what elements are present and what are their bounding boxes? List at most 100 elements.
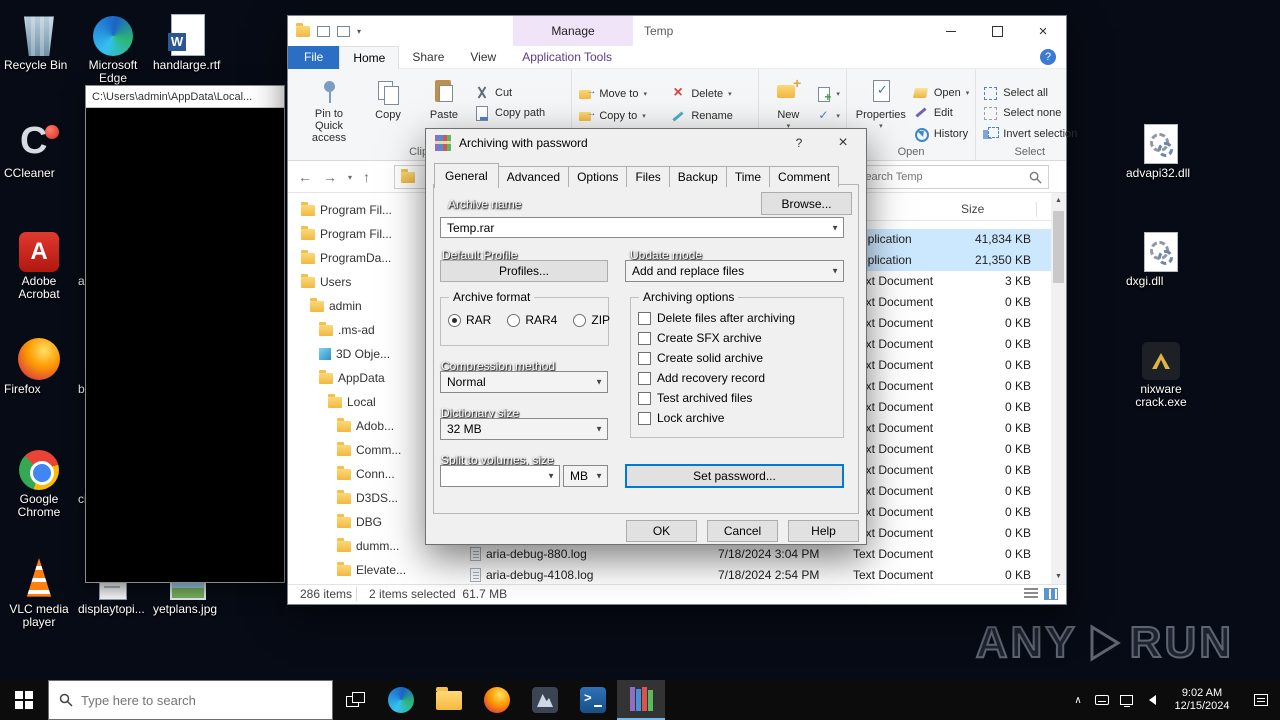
- tray-network-icon[interactable]: [1114, 680, 1138, 720]
- up-icon[interactable]: ↑: [363, 169, 370, 185]
- tab-file[interactable]: File: [288, 46, 340, 69]
- edit-button[interactable]: Edit: [913, 103, 969, 123]
- combo-arrow-icon[interactable]: ▼: [547, 472, 555, 481]
- close-button[interactable]: ×: [1020, 16, 1066, 46]
- tree-item-d3ds[interactable]: D3DS...: [288, 486, 446, 510]
- profiles-button[interactable]: Profiles...: [440, 260, 608, 282]
- checkbox-add-recovery-record[interactable]: Add recovery record: [638, 371, 795, 385]
- tree-item-dumm[interactable]: dumm...: [288, 534, 446, 558]
- desktop-icon-dxgi-dll[interactable]: dxgi.dll: [1126, 226, 1196, 288]
- taskbar-clock[interactable]: 9:02 AM 12/15/2024: [1162, 687, 1242, 713]
- details-view-icon[interactable]: [1024, 588, 1038, 600]
- history-button[interactable]: History: [913, 124, 969, 144]
- radio-zip[interactable]: ZIP: [573, 313, 610, 327]
- tree-item-program-fil[interactable]: Program Fil...: [288, 222, 446, 246]
- desktop-icon-handlarge-rtf[interactable]: handlarge.rtf: [153, 10, 223, 72]
- copy-button[interactable]: Copy: [362, 73, 414, 144]
- desktop-icon-microsoft-edge[interactable]: Microsoft Edge: [78, 10, 148, 85]
- tree-item-comm[interactable]: Comm...: [288, 438, 446, 462]
- dialog-help-button[interactable]: ?: [784, 129, 814, 157]
- cut-button[interactable]: Cut: [474, 83, 565, 103]
- dialog-tab-comment[interactable]: Comment: [769, 166, 840, 187]
- desktop-icon-google-chrome[interactable]: Google Chrome: [4, 444, 74, 519]
- desktop-icon-recycle-bin[interactable]: Recycle Bin: [4, 10, 74, 72]
- copy-to-button[interactable]: Copy to▾: [578, 105, 666, 127]
- tab-application-tools[interactable]: Application Tools: [509, 46, 625, 69]
- pin-to-quick-access-button[interactable]: Pin to Quick access: [300, 73, 358, 144]
- dialog-close-button[interactable]: ×: [826, 129, 860, 157]
- select-all-button[interactable]: Select all: [982, 83, 1077, 103]
- taskbar-firefox-button[interactable]: [473, 680, 521, 720]
- taskbar-edge-button[interactable]: [377, 680, 425, 720]
- explorer-help-button[interactable]: ?: [1040, 49, 1056, 65]
- help-button[interactable]: Help: [788, 520, 859, 542]
- taskbar-explorer-button[interactable]: [425, 680, 473, 720]
- scrollbar-thumb[interactable]: [1053, 211, 1064, 283]
- desktop-icon-adobe-acrobat[interactable]: Adobe Acrobat: [4, 226, 74, 301]
- minimize-button[interactable]: [928, 16, 974, 46]
- archive-name-combobox[interactable]: Temp.rar ▼: [440, 217, 844, 238]
- dialog-tab-advanced[interactable]: Advanced: [497, 166, 570, 187]
- dialog-tab-time[interactable]: Time: [725, 166, 771, 187]
- taskbar-search[interactable]: [48, 680, 333, 720]
- start-button[interactable]: [0, 680, 48, 720]
- combo-arrow-icon[interactable]: ▼: [831, 267, 839, 276]
- forward-icon[interactable]: →: [323, 169, 337, 185]
- open-button[interactable]: Open ▾: [913, 83, 969, 103]
- copy-path-button[interactable]: Copy path: [474, 103, 565, 123]
- dialog-tab-options[interactable]: Options: [568, 166, 628, 187]
- tab-view[interactable]: View: [457, 46, 509, 69]
- desktop-icon-advapi32-dll[interactable]: advapi32.dll: [1126, 118, 1196, 180]
- set-password-button[interactable]: Set password...: [625, 464, 844, 488]
- search-input[interactable]: [858, 171, 1029, 183]
- tree-item-programda[interactable]: ProgramDa...: [288, 246, 446, 270]
- radio-rar[interactable]: RAR: [448, 313, 491, 327]
- dialog-tab-general[interactable]: General: [434, 163, 499, 188]
- size-column-header[interactable]: Size: [961, 202, 984, 216]
- recent-locations-chevron-icon[interactable]: ▾: [348, 173, 352, 182]
- tree-item-users[interactable]: Users: [288, 270, 446, 294]
- scroll-up-icon[interactable]: ▲: [1051, 193, 1066, 208]
- desktop-icon-firefox[interactable]: Firefox: [4, 334, 74, 396]
- select-none-button[interactable]: Select none: [982, 103, 1077, 123]
- delete-button[interactable]: Delete▾: [670, 83, 752, 105]
- qat-new-folder-icon[interactable]: [337, 25, 350, 37]
- browse-button[interactable]: Browse...: [761, 192, 852, 215]
- combo-arrow-icon[interactable]: ▼: [595, 378, 603, 387]
- tray-chevron-up-icon[interactable]: ∧: [1066, 680, 1090, 720]
- invert-selection-button[interactable]: Invert selection: [982, 124, 1077, 144]
- tree-item-adob[interactable]: Adob...: [288, 414, 446, 438]
- taskbar-search-input[interactable]: [81, 692, 322, 708]
- tab-share[interactable]: Share: [399, 46, 457, 69]
- back-icon[interactable]: ←: [298, 169, 312, 185]
- tree-item-local[interactable]: Local: [288, 390, 446, 414]
- new-item-button[interactable]: ▾: [815, 83, 840, 105]
- ok-button[interactable]: OK: [626, 520, 697, 542]
- combo-arrow-icon[interactable]: ▼: [595, 472, 603, 481]
- dialog-tab-backup[interactable]: Backup: [668, 166, 727, 187]
- vertical-scrollbar[interactable]: ▲ ▼: [1051, 193, 1066, 584]
- desktop-icon-nixware-crack-exe[interactable]: nixware crack.exe: [1126, 334, 1196, 409]
- dictionary-size-select[interactable]: 32 MB ▼: [440, 418, 608, 440]
- tree-item-ms-ad[interactable]: .ms-ad: [288, 318, 446, 342]
- split-volumes-combobox[interactable]: ▼: [440, 465, 560, 487]
- checkbox-delete-files-after-archiving[interactable]: Delete files after archiving: [638, 311, 795, 325]
- tree-item-elevate[interactable]: Elevate...: [288, 558, 446, 582]
- desktop-icon-vlc-media-player[interactable]: VLC media player: [4, 554, 74, 629]
- checkbox-create-sfx-archive[interactable]: Create SFX archive: [638, 331, 795, 345]
- dialog-tab-files[interactable]: Files: [626, 166, 670, 187]
- update-mode-select[interactable]: Add and replace files ▼: [625, 260, 844, 282]
- tree-item-conn[interactable]: Conn...: [288, 462, 446, 486]
- tray-keyboard-icon[interactable]: [1090, 680, 1114, 720]
- combo-arrow-icon[interactable]: ▼: [831, 223, 839, 232]
- split-unit-select[interactable]: MB ▼: [563, 465, 608, 487]
- column-divider[interactable]: [1036, 202, 1037, 217]
- checkbox-test-archived-files[interactable]: Test archived files: [638, 391, 795, 405]
- search-box[interactable]: [851, 165, 1049, 189]
- qat-customize-chevron-icon[interactable]: ▾: [357, 27, 361, 36]
- tree-item-3d-obje[interactable]: 3D Obje...: [288, 342, 446, 366]
- tree-item-admin[interactable]: admin: [288, 294, 446, 318]
- maximize-button[interactable]: [974, 16, 1020, 46]
- desktop-icon-ccleaner[interactable]: CCleaner: [4, 118, 74, 180]
- cancel-button[interactable]: Cancel: [707, 520, 778, 542]
